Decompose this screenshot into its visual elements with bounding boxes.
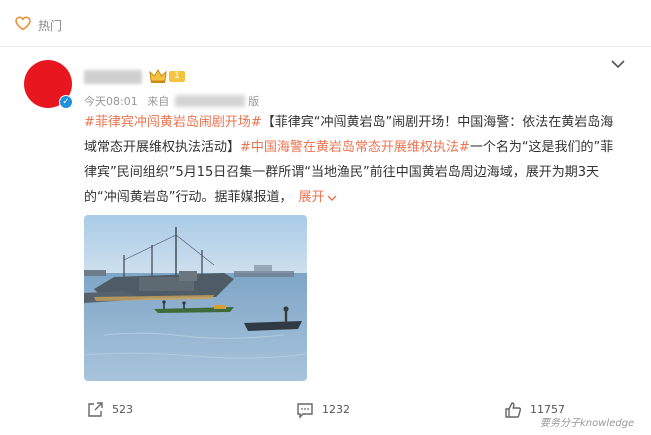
expand-label: 展开 bbox=[298, 190, 325, 205]
comment-count: 1232 bbox=[322, 403, 350, 416]
comment-icon bbox=[297, 403, 313, 419]
post-time[interactable]: 今天08:01 bbox=[84, 95, 138, 108]
username-link[interactable]: ■■■■■ bbox=[84, 70, 142, 84]
heart-outline-icon bbox=[15, 16, 31, 31]
source-suffix: 版 bbox=[248, 95, 260, 108]
post-text: #菲律宾冲闯黄岩岛闹剧开场#【菲律宾“冲闯黄岩岛”闹剧开场！中国海警：依法在黄岩… bbox=[84, 110, 624, 210]
chevron-down-icon bbox=[327, 195, 336, 201]
feed-section-label: 热门 bbox=[38, 19, 63, 33]
watermark: 要务分子knowledge bbox=[540, 418, 635, 429]
post-meta: 今天08:01 来自 ■■■■■ 版 bbox=[84, 93, 259, 109]
hashtag-link[interactable]: #中国海警在黄岩岛常态开展维权执法# bbox=[240, 140, 470, 155]
share-icon bbox=[88, 402, 103, 417]
fishing-boats-photo bbox=[84, 215, 307, 381]
verified-badge: ✓ bbox=[59, 95, 73, 109]
hashtag-link[interactable]: #菲律宾冲闯黄岩岛闹剧开场# bbox=[84, 115, 262, 130]
thumbs-up-icon bbox=[505, 402, 522, 418]
source-name[interactable]: ■■■■■ bbox=[174, 95, 245, 107]
verified-check-icon: ✓ bbox=[60, 96, 72, 108]
vip-level: 1 bbox=[169, 71, 185, 82]
chevron-down-icon[interactable] bbox=[610, 58, 626, 70]
crown-icon bbox=[149, 69, 167, 83]
source-prefix: 来自 bbox=[147, 95, 170, 108]
vip-badge[interactable]: 1 bbox=[149, 69, 187, 84]
share-count: 523 bbox=[112, 403, 133, 416]
feed-header: 热门 bbox=[0, 0, 651, 47]
expand-link[interactable]: 展开 bbox=[298, 190, 336, 205]
post-image[interactable] bbox=[84, 215, 307, 381]
